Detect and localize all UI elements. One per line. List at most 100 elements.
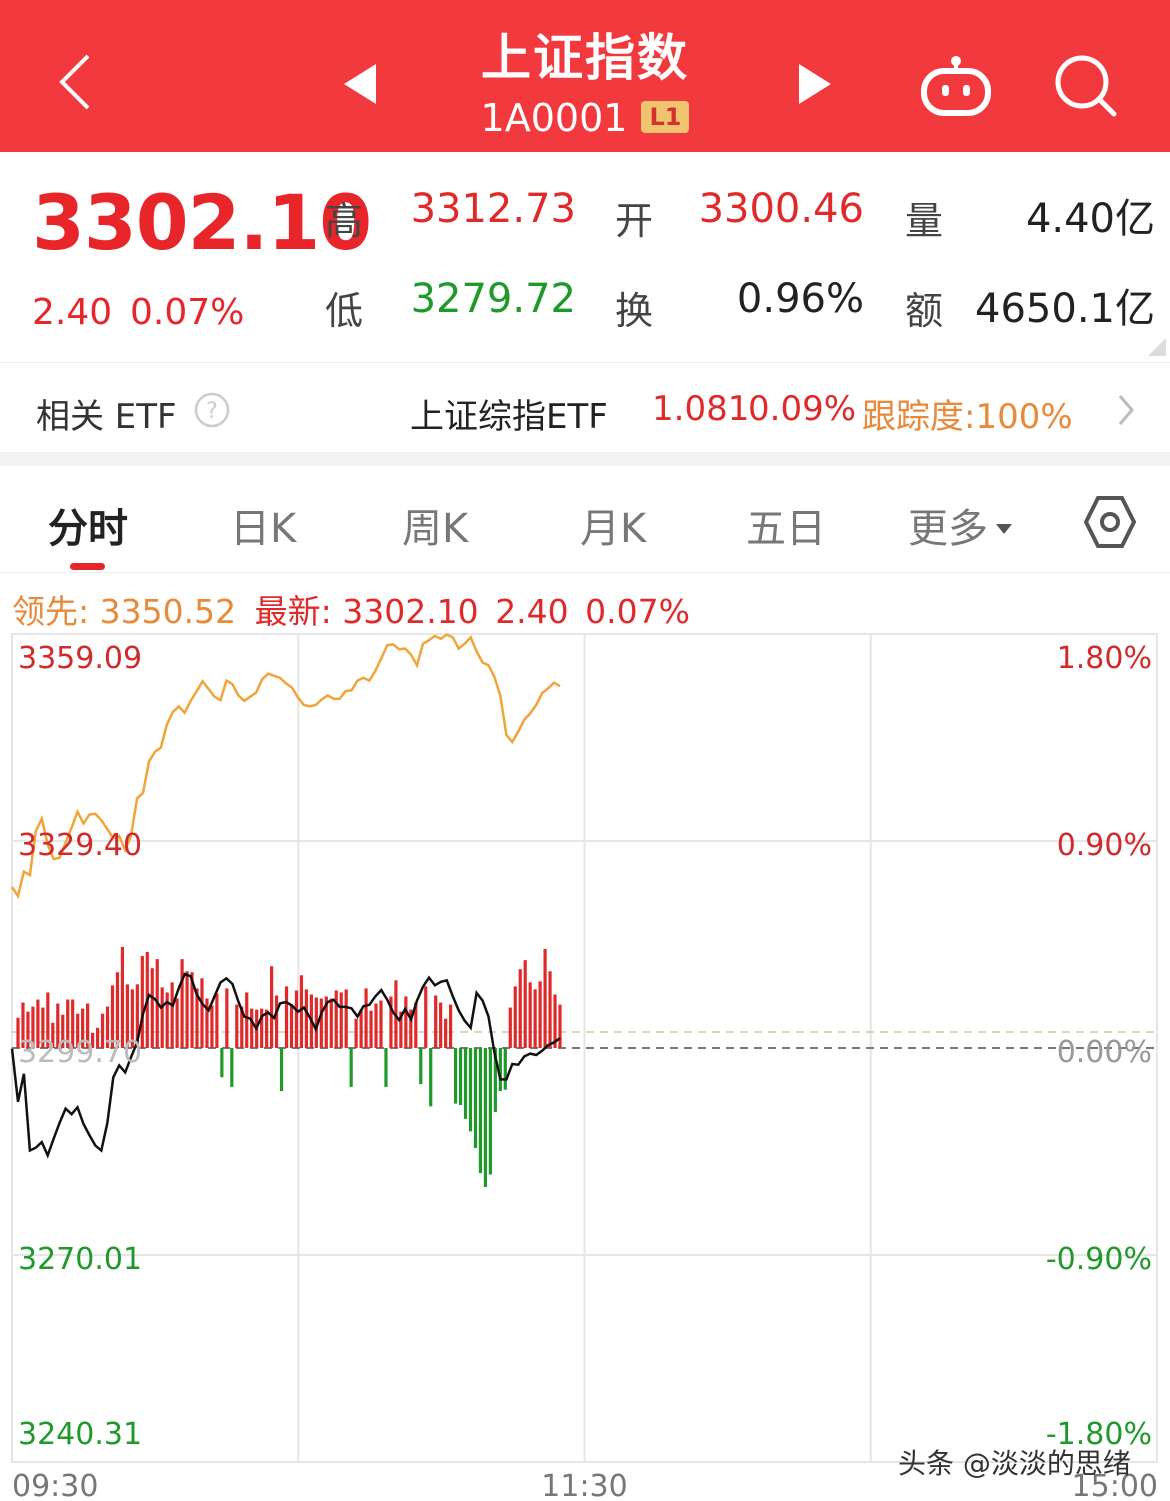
next-stock-icon[interactable] <box>795 62 835 106</box>
expand-corner-icon[interactable] <box>1148 338 1166 356</box>
volume-bar <box>215 993 219 1048</box>
volume-bar <box>364 988 368 1048</box>
svg-text:?: ? <box>206 399 218 424</box>
volume-bar <box>374 1003 378 1048</box>
volume-bar <box>289 1005 294 1048</box>
amount-label: 额 <box>905 289 944 333</box>
top-bar: 上证指数 1A0001 L1 <box>0 0 1170 152</box>
tab-monthly-k[interactable]: 月K <box>580 496 646 554</box>
volume-bar <box>235 1004 239 1048</box>
volume-bar <box>468 1048 473 1132</box>
section-divider <box>0 452 1170 466</box>
volume-bar <box>339 992 343 1048</box>
volume-bar <box>458 1048 463 1105</box>
volume-bar <box>185 971 189 1048</box>
volume-bar <box>379 1000 383 1048</box>
volume-bar <box>444 1018 448 1048</box>
volume-bar <box>220 1048 224 1078</box>
volume-bar <box>503 1048 507 1090</box>
robot-assistant-icon[interactable] <box>918 55 994 117</box>
watermark: 头条 @淡淡的思绪 <box>898 1447 1131 1480</box>
volume-bar <box>120 947 125 1048</box>
settings-hexagon-icon[interactable] <box>1082 494 1138 550</box>
tab-weekly-k[interactable]: 周K <box>402 496 468 554</box>
tab-intraday[interactable]: 分时 <box>48 496 128 554</box>
volume-bar <box>299 975 304 1048</box>
volume-bar <box>384 1048 388 1087</box>
amount-value: 4650.1亿 <box>975 286 1155 332</box>
price-change-pct: 0.07% <box>130 292 245 333</box>
high-label: 高 <box>325 199 364 243</box>
tab-more[interactable]: 更多 <box>908 496 1014 554</box>
volume-bar <box>404 996 408 1048</box>
volume-bar <box>533 989 537 1048</box>
volume-bar <box>354 1018 358 1048</box>
caret-down-icon <box>996 524 1012 534</box>
volume-bar <box>439 1002 443 1048</box>
volume-bar <box>294 990 299 1048</box>
tab-more-label: 更多 <box>908 506 988 552</box>
tab-daily-k[interactable]: 日K <box>230 496 296 554</box>
volume-bar <box>274 995 279 1048</box>
volume-bar <box>449 1004 453 1048</box>
volume-bar <box>558 1004 562 1048</box>
volume-bar <box>329 998 333 1048</box>
volume-bar <box>538 981 542 1048</box>
volume-bar <box>304 989 309 1048</box>
volume-bar <box>180 959 184 1048</box>
volume-bar <box>344 989 348 1048</box>
page-title: 上证指数 <box>481 29 689 87</box>
volume-bar <box>170 982 174 1048</box>
y-tick-left: 3329.40 <box>18 828 142 863</box>
volume-bar <box>419 1048 423 1085</box>
y-tick-right: 0.90% <box>1057 828 1152 863</box>
tab-five-day[interactable]: 五日 <box>746 496 826 554</box>
stock-code-text: 1A0001 <box>480 96 628 140</box>
volume-bar <box>513 986 517 1048</box>
volume-bar <box>518 969 522 1048</box>
volume-bar <box>429 1048 433 1107</box>
open-value: 3300.46 <box>698 186 864 232</box>
etf-tracking: 跟踪度:100% <box>862 397 1073 437</box>
y-tick-left: 3240.31 <box>18 1417 142 1452</box>
volume-bar <box>245 992 249 1048</box>
volume-label: 量 <box>905 199 944 243</box>
volume-bar <box>284 986 289 1048</box>
volume-bar <box>543 949 547 1048</box>
chevron-right-icon[interactable] <box>1116 393 1136 427</box>
volume-bar <box>319 998 323 1048</box>
chart-tabs: 分时 日K 周K 月K 五日 更多 <box>0 466 1170 573</box>
related-etf-label: 相关 ETF <box>36 397 177 437</box>
price-change: 2.40 <box>32 292 113 333</box>
volume-bar <box>488 1048 492 1175</box>
y-tick-left: 3270.01 <box>18 1242 142 1277</box>
volume-bar <box>200 978 204 1048</box>
y-tick-left: 3299.70 <box>18 1035 142 1070</box>
volume-bar <box>210 1005 214 1048</box>
volume-bar <box>424 986 428 1048</box>
volume-bar <box>528 982 532 1048</box>
volume-bar <box>478 1048 483 1174</box>
x-tick: 11:30 <box>541 1469 627 1501</box>
related-etf-row[interactable]: 相关 ETF ? 上证综指ETF 1.081 0.09% 跟踪度:100% <box>0 362 1170 453</box>
turnover-value: 0.96% <box>736 276 864 322</box>
back-icon[interactable] <box>50 50 110 110</box>
stock-code: 1A0001 L1 <box>385 96 785 140</box>
volume-bar <box>230 1048 234 1087</box>
intraday-chart[interactable]: 3359.09 3329.40 3299.70 3270.01 3240.31 1.80%… <box>0 625 1170 1501</box>
volume-bar <box>175 998 179 1048</box>
volume-bar <box>225 988 229 1048</box>
volume-bar <box>508 1007 512 1048</box>
etf-price: 1.081 <box>652 389 750 429</box>
current-price: 3302.10 <box>32 178 372 267</box>
search-icon[interactable] <box>1052 52 1118 118</box>
help-icon[interactable]: ? <box>193 391 231 429</box>
low-value: 3279.72 <box>410 276 576 322</box>
prev-stock-icon[interactable] <box>340 62 380 106</box>
y-tick-right: -0.90% <box>1046 1242 1152 1277</box>
active-tab-indicator <box>70 563 105 570</box>
volume-value: 4.40亿 <box>1025 196 1155 242</box>
volume-bar <box>483 1048 488 1187</box>
x-tick: 09:30 <box>12 1469 98 1501</box>
high-value: 3312.73 <box>410 186 576 232</box>
